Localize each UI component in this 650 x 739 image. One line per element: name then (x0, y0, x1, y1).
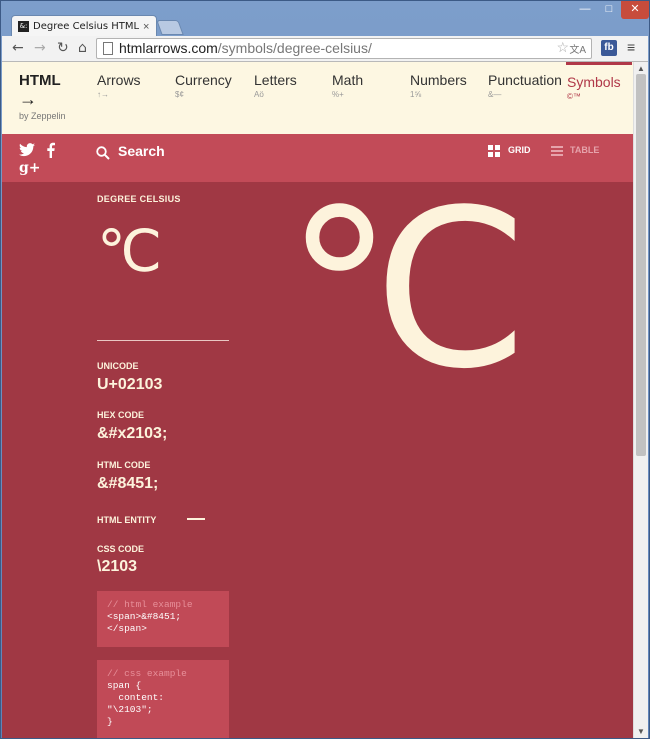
nav-item-punctuation[interactable]: Punctuation &— (488, 72, 562, 99)
site-nav: HTML → by Zeppelin Arrows ↑→ Currency $¢… (2, 62, 633, 134)
divider (97, 340, 229, 341)
html-example-box: // html example <span>&#8451; </span> (97, 591, 229, 647)
translate-icon[interactable]: 文A (569, 41, 586, 56)
search-icon[interactable] (96, 146, 110, 160)
bookmark-star-icon[interactable]: ☆ (556, 39, 569, 56)
nav-label: Currency (175, 72, 232, 88)
html-code-label: HTML CODE (97, 460, 151, 470)
url-text: htmlarrows.com/symbols/degree-celsius/ (119, 40, 372, 56)
url-path: /symbols/degree-celsius/ (217, 40, 372, 56)
browser-tab[interactable]: &: Degree Celsius HTML Sy × (11, 15, 157, 37)
page-viewport: HTML → by Zeppelin Arrows ↑→ Currency $¢… (2, 62, 648, 738)
tab-title: Degree Celsius HTML Sy (33, 21, 139, 32)
forward-icon[interactable]: → (34, 40, 46, 56)
logo-byline: by Zeppelin (19, 111, 66, 121)
symbol-glyph-large: ℃ (285, 164, 530, 417)
facebook-icon[interactable] (46, 142, 55, 158)
twitter-icon[interactable] (19, 143, 35, 157)
nav-item-symbols[interactable]: Symbols ©™ (566, 62, 632, 101)
tab-close-icon[interactable]: × (143, 21, 149, 33)
nav-item-letters[interactable]: Letters Aö (254, 72, 297, 99)
page-icon (103, 42, 113, 55)
css-code-label: CSS CODE (97, 544, 145, 554)
nav-label: Letters (254, 72, 297, 88)
facebook-extension-icon[interactable]: fb (601, 40, 617, 56)
nav-label: Numbers (410, 72, 467, 88)
logo-arrow: → (19, 89, 37, 109)
unicode-label: UNICODE (97, 361, 139, 371)
html-entity-label: HTML ENTITY (97, 515, 157, 525)
maximize-button[interactable]: □ (597, 1, 621, 19)
search-label[interactable]: Search (118, 143, 165, 159)
nav-sample: Aö (254, 90, 264, 99)
nav-sample: ©™ (567, 92, 581, 101)
grid-view-button[interactable]: GRID (508, 145, 531, 155)
google-plus-icon[interactable]: g+ (19, 160, 41, 176)
nav-sample: &— (488, 90, 502, 99)
scrollbar-thumb[interactable] (636, 74, 646, 456)
html-example-code: <span>&#8451; </span> (107, 611, 182, 634)
logo-title: HTML (19, 72, 61, 89)
nav-sample: ↑→ (97, 90, 109, 99)
nav-label: Math (332, 72, 364, 88)
symbol-title: DEGREE CELSIUS (97, 194, 181, 204)
nav-item-arrows[interactable]: Arrows ↑→ (97, 72, 141, 99)
css-example-box: // css example span { content: "\2103"; … (97, 660, 229, 738)
nav-label: Symbols (567, 74, 621, 90)
home-icon[interactable]: ⌂ (78, 40, 87, 56)
vertical-scrollbar[interactable]: ▲ ▼ (633, 62, 648, 738)
nav-sample: $¢ (175, 90, 184, 99)
url-host: htmlarrows.com (119, 40, 218, 56)
table-icon[interactable] (551, 146, 563, 157)
grid-icon[interactable] (488, 145, 500, 157)
browser-window: &: Degree Celsius HTML Sy × — □ ✕ ← → ↻ … (0, 0, 650, 739)
nav-label: Punctuation (488, 72, 562, 88)
browser-menu-icon[interactable]: ≡ (627, 39, 635, 55)
title-bar: &: Degree Celsius HTML Sy × — □ ✕ (1, 1, 650, 37)
site-logo[interactable]: HTML → by Zeppelin (19, 72, 66, 121)
unicode-value: U+02103 (97, 376, 163, 393)
hex-code-value: &#x2103; (97, 425, 168, 442)
nav-item-numbers[interactable]: Numbers 1⅝ (410, 72, 467, 99)
scroll-down-icon[interactable]: ▼ (637, 727, 645, 736)
new-tab-button[interactable] (156, 20, 184, 35)
scroll-up-icon[interactable]: ▲ (637, 64, 645, 73)
nav-item-math[interactable]: Math %+ (332, 72, 363, 99)
browser-toolbar: ← → ↻ ⌂ htmlarrows.com/symbols/degree-ce… (2, 36, 648, 62)
address-bar[interactable]: htmlarrows.com/symbols/degree-celsius/ ☆… (96, 38, 592, 59)
html-entity-value (187, 518, 205, 520)
favicon-icon: &: (18, 21, 29, 32)
html-code-value: &#8451; (97, 475, 159, 492)
html-example-comment: // html example (107, 599, 193, 610)
table-view-button[interactable]: TABLE (570, 145, 599, 155)
css-example-comment: // css example (107, 668, 187, 679)
nav-sample: 1⅝ (410, 90, 422, 99)
close-window-button[interactable]: ✕ (621, 1, 649, 19)
minimize-button[interactable]: — (573, 1, 597, 19)
symbol-detail: DEGREE CELSIUS ℃ ℃ UNICODE U+02103 HEX C… (2, 182, 633, 738)
symbol-glyph-small: ℃ (97, 217, 163, 285)
hex-code-label: HEX CODE (97, 410, 145, 420)
nav-item-currency[interactable]: Currency $¢ (175, 72, 232, 99)
reload-icon[interactable]: ↻ (57, 40, 69, 56)
nav-sample: %+ (332, 90, 344, 99)
css-code-value: \2103 (97, 558, 138, 575)
back-icon[interactable]: ← (12, 40, 24, 56)
nav-label: Arrows (97, 72, 141, 88)
css-example-code: span { content: "\2103"; } (107, 680, 165, 727)
